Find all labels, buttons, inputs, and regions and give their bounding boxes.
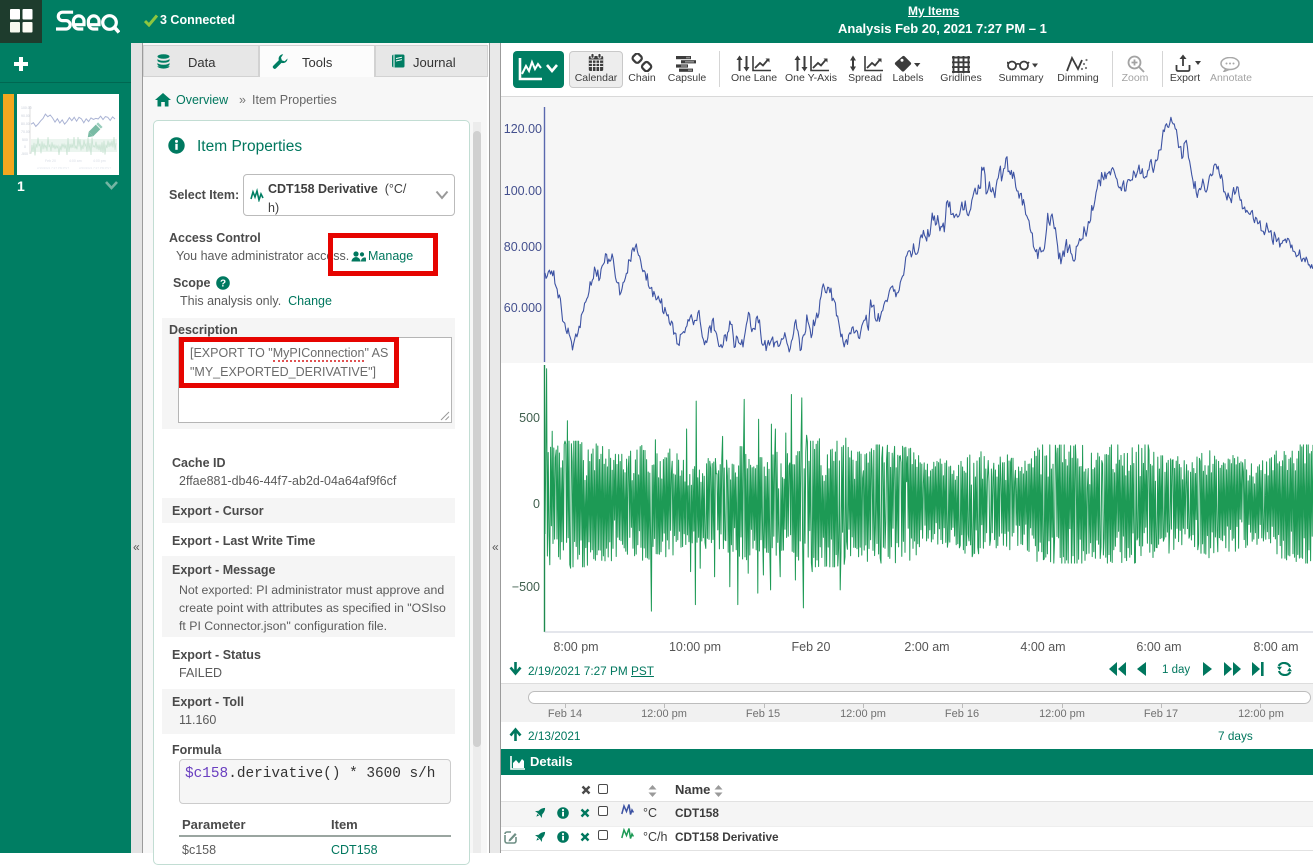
svg-text:70.00: 70.00 bbox=[21, 130, 30, 134]
svg-text:-500: -500 bbox=[21, 152, 28, 156]
svg-text:?: ? bbox=[220, 279, 226, 290]
svg-text:4:00 pm: 4:00 pm bbox=[93, 159, 106, 163]
svg-text:0: 0 bbox=[24, 145, 26, 149]
svg-text:80.00: 80.00 bbox=[21, 122, 30, 126]
svg-text:2/19/2021 7:27 PM PST: 2/19/2021 7:27 PM PST bbox=[37, 166, 69, 170]
svg-text:90.00: 90.00 bbox=[21, 114, 30, 118]
svg-text:2/20/2021 7:27 PM PST: 2/20/2021 7:27 PM PST bbox=[79, 166, 111, 170]
svg-text:100.00: 100.00 bbox=[21, 106, 32, 110]
svg-text:Feb 20: Feb 20 bbox=[45, 159, 56, 163]
svg-text:500: 500 bbox=[22, 138, 28, 142]
svg-text:4:00 am: 4:00 am bbox=[69, 159, 82, 163]
